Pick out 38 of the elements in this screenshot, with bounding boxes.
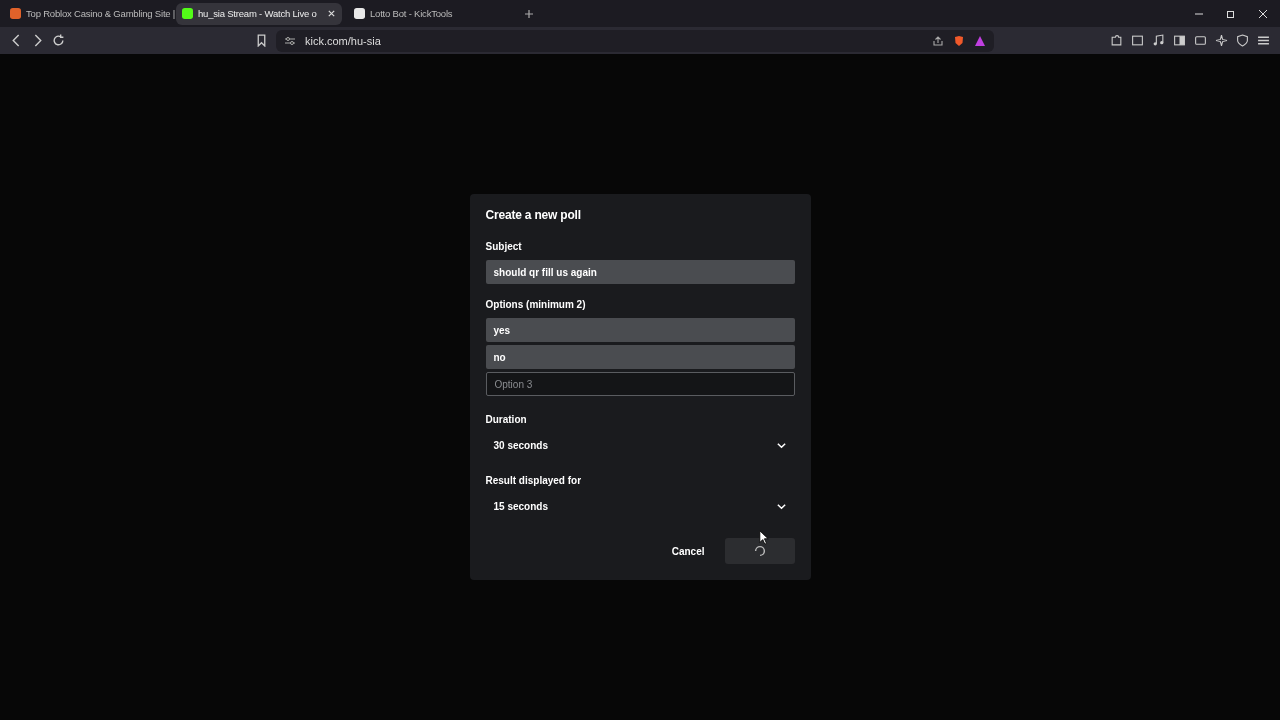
shield-icon[interactable] [1236,34,1249,47]
triangle-icon[interactable] [974,34,986,47]
site-icon [182,8,193,19]
window-icon[interactable] [1131,34,1144,47]
option-field[interactable]: Option 3 [485,372,795,396]
address-bar[interactable]: kick.com/hu-sia [276,29,994,52]
tab-title: Top Roblox Casino & Gambling Site | [26,8,176,19]
spinner-icon [752,544,767,558]
cancel-button[interactable]: Cancel [663,538,713,564]
sidebar-icon[interactable] [1173,34,1186,47]
wallet-icon[interactable] [1194,34,1207,47]
field-label: Subject [485,241,523,252]
option-field[interactable]: no [485,345,795,369]
browser-tab[interactable]: Lotto Bot - KickTools [348,2,514,25]
close-icon[interactable] [327,9,336,18]
site-icon [354,8,365,19]
bookmark-icon[interactable] [255,34,268,47]
new-tab-icon[interactable] [524,8,534,19]
subject-field[interactable]: should qr fill us again [485,260,795,284]
site-icon [10,8,21,19]
sparkle-icon[interactable] [1215,34,1228,47]
share-icon[interactable] [932,34,944,47]
submit-button[interactable] [724,538,795,564]
dialog-title: Create a new poll [485,208,582,222]
restore-icon[interactable] [1226,8,1236,19]
tab-title: hu_sia Stream - Watch Live o [198,8,318,19]
field-label: Duration [485,414,528,425]
option-field[interactable]: yes [485,318,795,342]
menu-icon[interactable] [1257,34,1270,47]
browser-tab[interactable]: hu_sia Stream - Watch Live o [176,2,342,25]
music-icon[interactable] [1152,34,1165,47]
cursor-icon [759,530,769,545]
tab-title: Lotto Bot - KickTools [370,8,454,19]
field-label: Options (minimum 2) [485,299,587,310]
reload-icon[interactable] [52,34,65,47]
close-icon[interactable] [1258,8,1268,19]
settings-icon[interactable] [284,34,296,47]
field-label: Result displayed for [485,475,583,486]
